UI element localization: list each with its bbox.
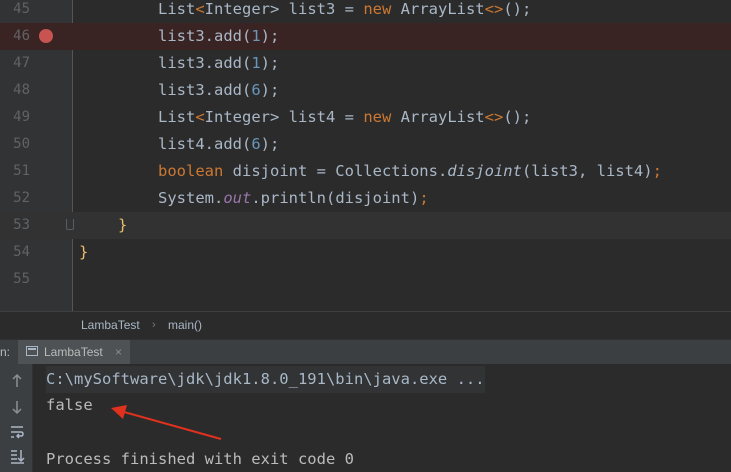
code-line[interactable]: 53} [0, 212, 731, 239]
code-token: List [158, 0, 196, 18]
code-text: list4.add(6); [158, 131, 279, 158]
code-token: ); [260, 135, 280, 153]
code-token: < [195, 108, 205, 126]
line-number: 48 [13, 82, 30, 98]
code-token: Integer [204, 0, 270, 18]
code-token: ); [260, 54, 280, 72]
code-line[interactable]: 45 List<Integer> list3 = new ArrayList<>(… [0, 0, 731, 23]
code-text: list3.add(1); [158, 23, 279, 50]
code-token: ); [260, 81, 280, 99]
code-line[interactable]: 48 list3.add(6); [0, 77, 731, 104]
code-token: 1 [251, 27, 261, 45]
code-token: new [363, 108, 401, 126]
ide-window: 45 List<Integer> list3 = new ArrayList<>(… [0, 0, 731, 472]
line-number: 53 [13, 217, 30, 233]
code-line[interactable]: 47 list3.add(1); [0, 50, 731, 77]
soft-wrap-icon[interactable] [8, 423, 26, 441]
arrow-up-icon[interactable] [8, 372, 26, 390]
code-token: > list4 = [270, 108, 364, 126]
console-output-line: false [46, 396, 93, 414]
code-token: list3.add( [158, 27, 252, 45]
line-number: 49 [13, 109, 30, 125]
code-token: } [118, 216, 128, 234]
code-text: boolean disjoint = Collections.disjoint(… [158, 158, 662, 185]
line-number: 47 [13, 55, 30, 71]
breadcrumb-class[interactable]: LambaTest [81, 312, 140, 339]
code-token: ; [419, 189, 429, 207]
code-text: List<Integer> list3 = new ArrayList<>(); [158, 0, 531, 23]
run-tab-lambatest[interactable]: LambaTest × [18, 340, 130, 364]
arrow-down-icon[interactable] [8, 398, 26, 416]
code-token: 6 [251, 135, 261, 153]
line-number: 55 [13, 271, 30, 287]
run-tab-label: LambaTest [44, 345, 103, 359]
code-line[interactable]: 54} [0, 239, 731, 266]
code-line[interactable]: 49 List<Integer> list4 = new ArrayList<>(… [0, 104, 731, 131]
code-token: disjoint [447, 162, 522, 180]
code-text: list3.add(6); [158, 77, 279, 104]
code-token: <> [484, 108, 504, 126]
code-token: boolean [158, 162, 233, 180]
code-token: ArrayList [400, 0, 485, 18]
code-token: System. [158, 189, 224, 207]
code-text: } [79, 239, 88, 266]
code-text: List<Integer> list4 = new ArrayList<>(); [158, 104, 531, 131]
code-line[interactable]: 55 [0, 266, 731, 293]
run-toolbar [0, 364, 33, 472]
code-token: ); [260, 27, 280, 45]
code-line[interactable]: 52 System.out.println(disjoint); [0, 185, 731, 212]
scroll-to-end-icon[interactable] [8, 447, 26, 465]
breakpoint-icon[interactable] [39, 29, 53, 43]
run-label-prefix: n: [0, 345, 11, 359]
code-line[interactable]: 51 boolean disjoint = Collections.disjoin… [0, 158, 731, 185]
code-token: list3.add( [158, 81, 252, 99]
code-token: 6 [251, 81, 261, 99]
run-tool-window-header: n: LambaTest × [0, 339, 731, 364]
line-number: 46 [13, 28, 30, 44]
code-token: ; [652, 162, 662, 180]
code-token: disjoint = Collections. [232, 162, 448, 180]
code-token: Integer [204, 108, 270, 126]
console-command-line: C:\mySoftware\jdk\jdk1.8.0_191\bin\java.… [46, 366, 485, 393]
line-number: 52 [13, 190, 30, 206]
code-token: new [363, 0, 401, 18]
console-exit-line: Process finished with exit code 0 [46, 450, 354, 468]
breadcrumb: LambaTest › main() [0, 311, 731, 339]
code-token: out [223, 189, 252, 207]
code-token: .println(disjoint) [251, 189, 420, 207]
code-token: List [158, 108, 196, 126]
code-token: ArrayList [400, 108, 485, 126]
fold-marker-icon[interactable] [66, 219, 74, 230]
code-line[interactable]: 50 list4.add(6); [0, 131, 731, 158]
code-text: System.out.println(disjoint); [158, 185, 429, 212]
line-number: 45 [13, 1, 30, 17]
code-token: } [79, 243, 89, 261]
console-output[interactable]: C:\mySoftware\jdk\jdk1.8.0_191\bin\java.… [33, 364, 731, 472]
breadcrumb-separator-icon: › [152, 319, 156, 331]
line-number: 51 [13, 163, 30, 179]
code-token: (list3, list4) [521, 162, 653, 180]
console-icon [26, 346, 38, 356]
code-token: <> [484, 0, 504, 18]
breadcrumb-method[interactable]: main() [168, 312, 202, 339]
code-text: list3.add(1); [158, 50, 279, 77]
code-token: 1 [251, 54, 261, 72]
close-icon[interactable]: × [115, 340, 122, 364]
line-number: 50 [13, 136, 30, 152]
code-token: list3.add( [158, 54, 252, 72]
code-editor[interactable]: 45 List<Integer> list3 = new ArrayList<>(… [0, 0, 731, 311]
code-line[interactable]: 46 list3.add(1); [0, 23, 731, 50]
code-token: < [195, 0, 205, 18]
code-token: > list3 = [270, 0, 364, 18]
code-token: (); [503, 108, 532, 126]
line-number: 54 [13, 244, 30, 260]
code-token: (); [503, 0, 532, 18]
code-token: list4.add( [158, 135, 252, 153]
code-text: } [118, 212, 127, 239]
